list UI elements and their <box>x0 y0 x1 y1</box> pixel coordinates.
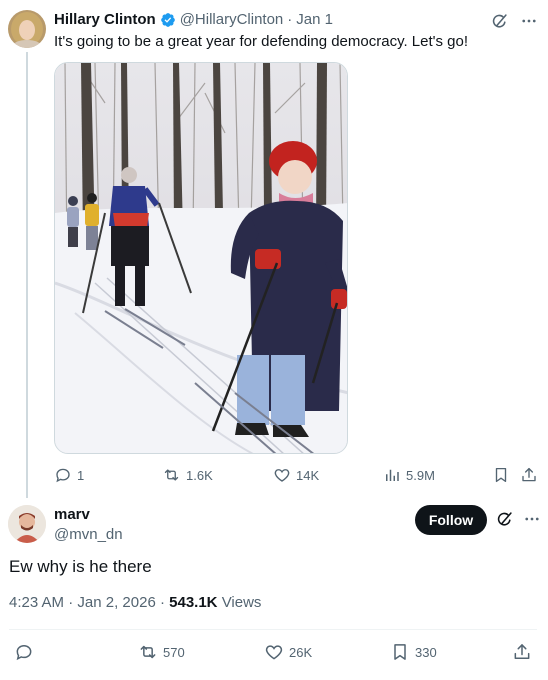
tweet-date[interactable]: Jan 1 <box>296 11 333 28</box>
repost-count: 1.6K <box>186 467 213 483</box>
views-count: 5.9M <box>406 467 435 483</box>
reply-text: Ew why is he there <box>9 557 152 576</box>
reply-icon <box>56 468 70 483</box>
share-button[interactable] <box>512 642 532 662</box>
bookmark-button[interactable] <box>492 466 510 484</box>
tweet-header: Hillary Clinton @HillaryClinton · Jan 1 <box>54 11 333 28</box>
reply-date[interactable]: Jan 2, 2026 <box>77 594 155 611</box>
share-icon <box>514 644 530 659</box>
like-count: 26K <box>289 644 313 660</box>
reply-button[interactable]: 1 <box>54 466 84 484</box>
like-button[interactable]: 26K <box>264 642 312 662</box>
avatar[interactable] <box>8 505 46 543</box>
bookmark-icon <box>394 644 406 660</box>
reply-views-label: Views <box>221 594 262 611</box>
reply-meta: 4:23 AM · Jan 2, 2026 · 543.1K Views <box>9 594 261 611</box>
reply-count: 1 <box>77 467 85 483</box>
tweet-top-actions <box>491 12 538 30</box>
grok-icon[interactable] <box>496 511 513 528</box>
follow-button[interactable]: Follow <box>415 505 487 535</box>
reply-icon <box>16 644 32 661</box>
grok-icon[interactable] <box>491 13 508 30</box>
bookmark-icon <box>495 467 507 483</box>
more-icon[interactable] <box>520 12 538 30</box>
reply-views-count: 543.1K <box>169 594 218 611</box>
separator: · <box>159 594 165 611</box>
reply-author-name[interactable]: marv <box>54 506 90 523</box>
reply-actions: 570 26K 330 <box>0 642 548 664</box>
heart-icon <box>265 645 283 660</box>
views-button[interactable]: 5.9M <box>383 466 435 484</box>
reply-author-handle[interactable]: @mvn_dn <box>54 526 123 543</box>
separator: · <box>68 594 74 611</box>
reply-button[interactable] <box>14 642 34 662</box>
author-name[interactable]: Hillary Clinton <box>54 11 156 28</box>
bookmark-count: 330 <box>415 644 437 660</box>
repost-count: 570 <box>163 644 185 660</box>
like-button[interactable]: 14K <box>273 466 319 484</box>
author-handle[interactable]: @HillaryClinton <box>180 11 284 28</box>
tweet-text: It's going to be a great year for defend… <box>54 33 469 50</box>
divider <box>9 629 537 630</box>
reply-time[interactable]: 4:23 AM <box>9 594 64 611</box>
skiing-photo-image <box>55 63 347 453</box>
avatar[interactable] <box>8 10 46 48</box>
heart-icon <box>274 469 290 482</box>
views-chart-icon <box>386 469 399 481</box>
verified-badge-icon <box>160 12 175 27</box>
thread-line <box>26 52 28 498</box>
reply-top-actions <box>496 510 541 528</box>
tweet-actions: 1 1.6K 14K 5.9M <box>54 466 538 486</box>
repost-icon <box>164 469 179 481</box>
like-count: 14K <box>296 467 320 483</box>
share-icon <box>522 467 536 482</box>
repost-icon <box>140 645 156 659</box>
share-button[interactable] <box>520 466 538 484</box>
repost-button[interactable]: 1.6K <box>162 466 213 484</box>
repost-button[interactable]: 570 <box>138 642 185 662</box>
more-icon[interactable] <box>523 510 541 528</box>
tweet-photo[interactable] <box>54 62 348 454</box>
separator: · <box>287 11 293 28</box>
bookmark-button[interactable]: 330 <box>390 642 437 662</box>
